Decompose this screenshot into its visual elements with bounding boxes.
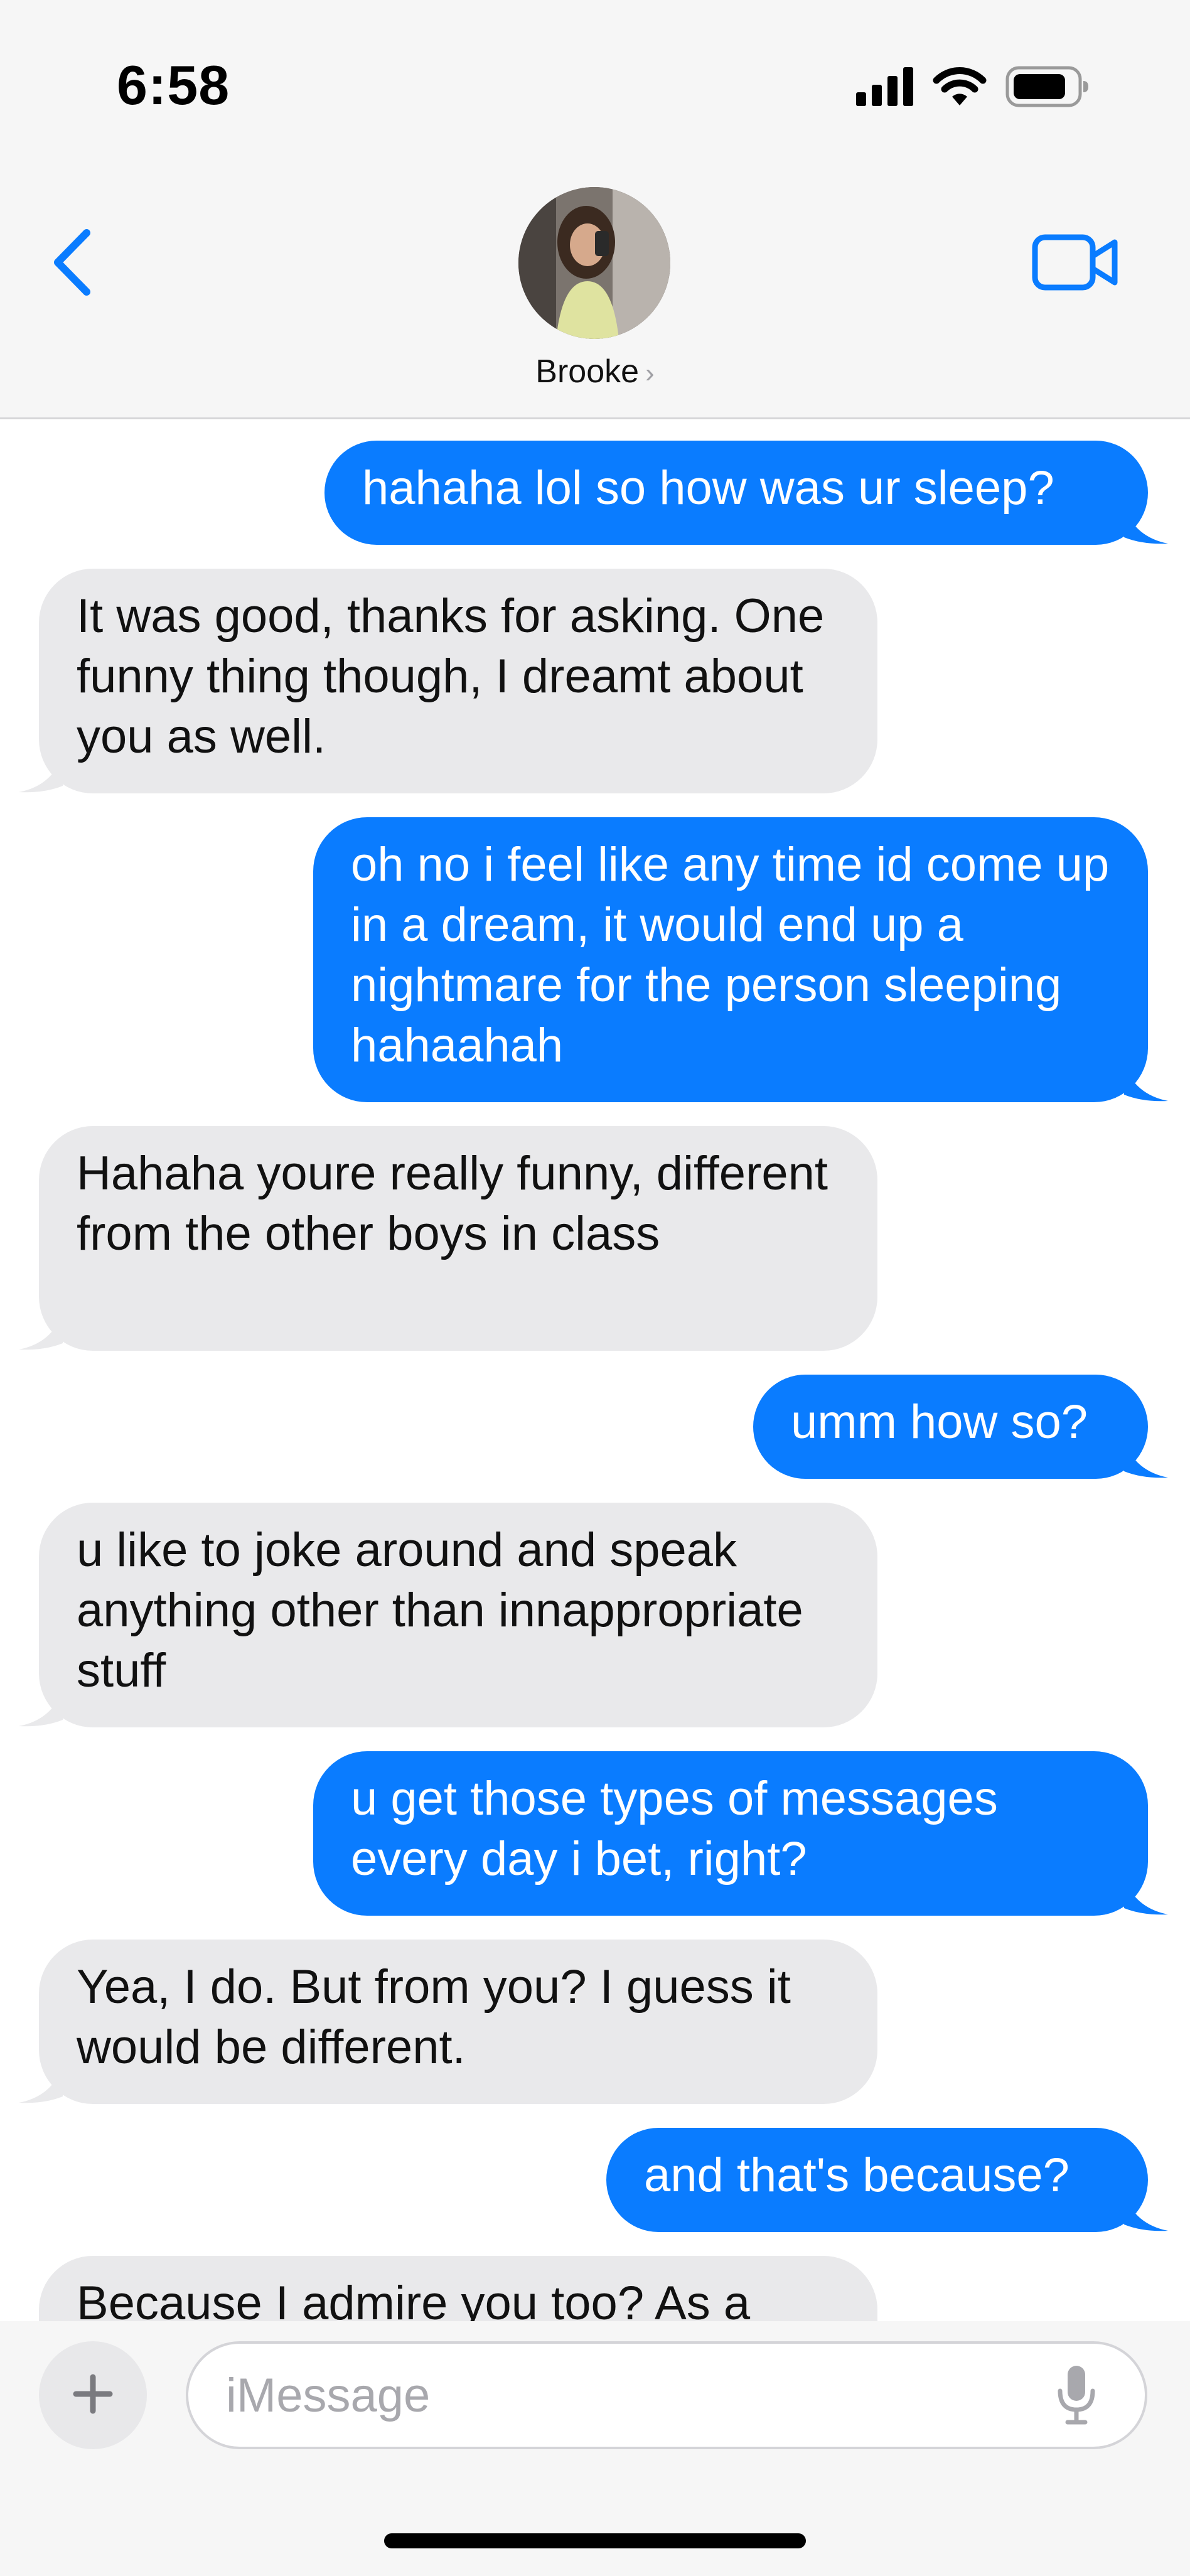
sent-message[interactable]: and that's because? xyxy=(606,2128,1168,2232)
contact-name: Brooke xyxy=(535,353,640,390)
bubble-tail xyxy=(19,756,63,793)
bubble-tail xyxy=(1124,2194,1168,2231)
dictation-button[interactable] xyxy=(1048,2363,1105,2429)
sent-message[interactable]: umm how so? xyxy=(753,1375,1168,1479)
bubble-tail xyxy=(19,1313,63,1350)
bubble-tail xyxy=(1124,507,1168,544)
back-button[interactable] xyxy=(44,226,100,301)
sent-message[interactable]: oh no i feel like any time id come up in… xyxy=(313,817,1168,1102)
wifi-icon xyxy=(933,67,987,110)
bubble-tail xyxy=(19,1690,63,1727)
received-message[interactable]: Hahaha youre really funny, different fro… xyxy=(19,1126,877,1351)
received-message[interactable]: u like to joke around and speak anything… xyxy=(19,1503,877,1727)
status-icons xyxy=(856,63,1090,113)
message-thread[interactable]: hahaha lol so how was ur sleep? It was g… xyxy=(0,419,1190,2321)
chevron-left-icon xyxy=(50,228,94,300)
message-text: oh no i feel like any time id come up in… xyxy=(351,838,1110,1072)
sent-message[interactable]: hahaha lol so how was ur sleep? xyxy=(324,441,1168,545)
message-text: u like to joke around and speak anything… xyxy=(77,1523,803,1697)
facetime-video-button[interactable] xyxy=(1030,229,1121,298)
chevron-right-icon: › xyxy=(645,358,655,389)
video-camera-icon xyxy=(1032,232,1120,296)
message-text: hahaha lol so how was ur sleep? xyxy=(362,461,1054,515)
bubble-tail xyxy=(1124,1878,1168,1915)
status-time: 6:58 xyxy=(117,54,230,116)
bubble-tail xyxy=(1124,1065,1168,1102)
message-text: u get those types of messages every day … xyxy=(351,1772,998,1886)
cellular-signal-icon xyxy=(856,67,914,109)
message-text: Hahaha youre really funny, different fro… xyxy=(77,1147,828,1260)
apps-plus-button[interactable] xyxy=(39,2341,147,2449)
conversation-header: 6:58 Brooke › xyxy=(0,0,1190,419)
home-indicator[interactable] xyxy=(384,2533,806,2548)
microphone-icon xyxy=(1056,2363,1096,2429)
contact-avatar[interactable] xyxy=(518,187,670,339)
contact-name-button[interactable]: Brooke › xyxy=(0,353,1190,390)
message-text: umm how so? xyxy=(791,1395,1088,1449)
plus-icon xyxy=(72,2373,114,2418)
message-text: Because I admire you too? As a xyxy=(77,2277,751,2321)
imessage-input[interactable] xyxy=(186,2341,1147,2449)
received-message[interactable]: Yea, I do. But from you? I guess it woul… xyxy=(19,1940,877,2104)
message-text: It was good, thanks for asking. One funn… xyxy=(77,589,825,763)
battery-icon xyxy=(1005,66,1090,110)
sent-message[interactable]: u get those types of messages every day … xyxy=(313,1751,1168,1916)
message-text: and that's because? xyxy=(644,2149,1069,2202)
received-message[interactable]: It was good, thanks for asking. One funn… xyxy=(19,569,877,793)
bubble-tail xyxy=(19,2066,63,2103)
received-message[interactable]: Because I admire you too? As a xyxy=(39,2256,877,2321)
message-text: Yea, I do. But from you? I guess it woul… xyxy=(77,1960,791,2074)
bubble-tail xyxy=(1124,1441,1168,1478)
